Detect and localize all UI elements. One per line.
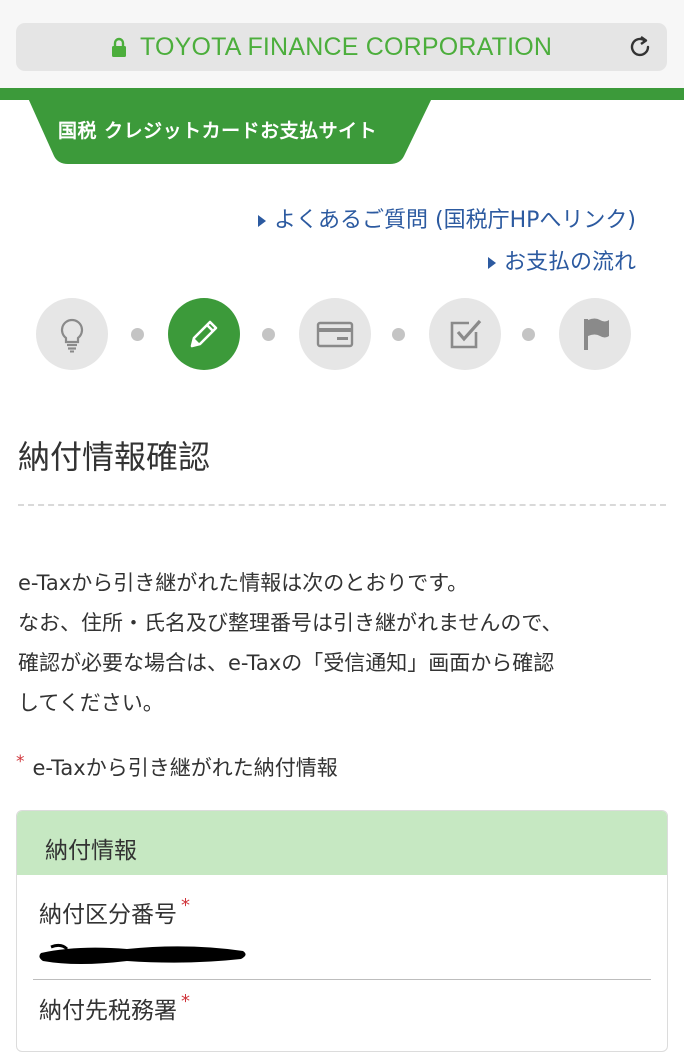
faq-link[interactable]: よくあるご質問 (国税庁HPへリンク): [258, 200, 636, 242]
intro-text: e-Taxから引き継がれた情報は次のとおりです。 なお、住所・氏名及び整理番号は…: [18, 563, 668, 723]
payment-flow-link-label: お支払の流れ: [503, 250, 636, 275]
step-complete: [559, 298, 631, 370]
address-bar[interactable]: TOYOTA FINANCE CORPORATION: [16, 23, 667, 71]
panel-title: 納付情報: [45, 838, 137, 864]
lock-icon: [112, 37, 126, 57]
field-label-payment-category: 納付区分番号 *: [39, 895, 190, 929]
url-label[interactable]: TOYOTA FINANCE CORPORATION: [140, 33, 552, 62]
field-label-text: 納付区分番号: [39, 902, 177, 928]
step-card: [299, 298, 371, 370]
site-title-tab: 国税 クレジットカードお支払サイト: [28, 98, 432, 164]
field-label-text: 納付先税務署: [39, 998, 177, 1024]
required-mark: *: [181, 895, 190, 916]
panel-header: 納付情報: [17, 811, 667, 875]
intro-line: e-Taxから引き継がれた情報は次のとおりです。: [18, 571, 469, 595]
reload-icon[interactable]: [627, 34, 653, 60]
triangle-right-icon: [258, 215, 267, 227]
step-lightbulb: [36, 298, 108, 370]
checkbox-icon: [450, 319, 482, 349]
progress-steps: [36, 298, 636, 370]
divider: [18, 504, 666, 506]
required-mark: *: [181, 991, 190, 1012]
intro-line: してください。: [18, 691, 164, 715]
step-separator: [522, 328, 535, 341]
field-label-tax-office: 納付先税務署 *: [39, 991, 190, 1025]
step-confirm: [429, 298, 501, 370]
site-title: 国税 クレジットカードお支払サイト: [58, 120, 378, 142]
pencil-icon: [190, 320, 218, 348]
credit-card-icon: [316, 321, 354, 348]
status-bar: [0, 0, 684, 12]
step-separator: [262, 328, 275, 341]
step-separator: [131, 328, 144, 341]
field-divider: [33, 979, 651, 980]
intro-line: なお、住所・氏名及び整理番号は引き継がれませんので、: [18, 611, 563, 635]
required-mark: *: [16, 752, 25, 772]
faq-link-label: よくあるご質問 (国税庁HPへリンク): [274, 208, 636, 233]
payment-info-panel: 納付情報 納付区分番号 * 納付先税務署 *: [16, 810, 668, 1052]
help-links: よくあるご質問 (国税庁HPへリンク) お支払の流れ: [258, 200, 636, 284]
step-pencil: [168, 298, 240, 370]
page-title: 納付情報確認: [18, 438, 211, 476]
browser-toolbar: TOYOTA FINANCE CORPORATION: [0, 0, 684, 88]
required-note: * e-Taxから引き継がれた納付情報: [16, 752, 338, 782]
redacted-value: [39, 943, 246, 964]
lightbulb-icon: [60, 318, 84, 353]
flag-icon: [584, 318, 609, 350]
step-separator: [392, 328, 405, 341]
intro-line: 確認が必要な場合は、e-Taxの「受信通知」画面から確認: [18, 651, 555, 675]
required-note-text: e-Taxから引き継がれた納付情報: [32, 756, 338, 780]
payment-flow-link[interactable]: お支払の流れ: [258, 242, 636, 284]
triangle-right-icon: [487, 257, 496, 269]
